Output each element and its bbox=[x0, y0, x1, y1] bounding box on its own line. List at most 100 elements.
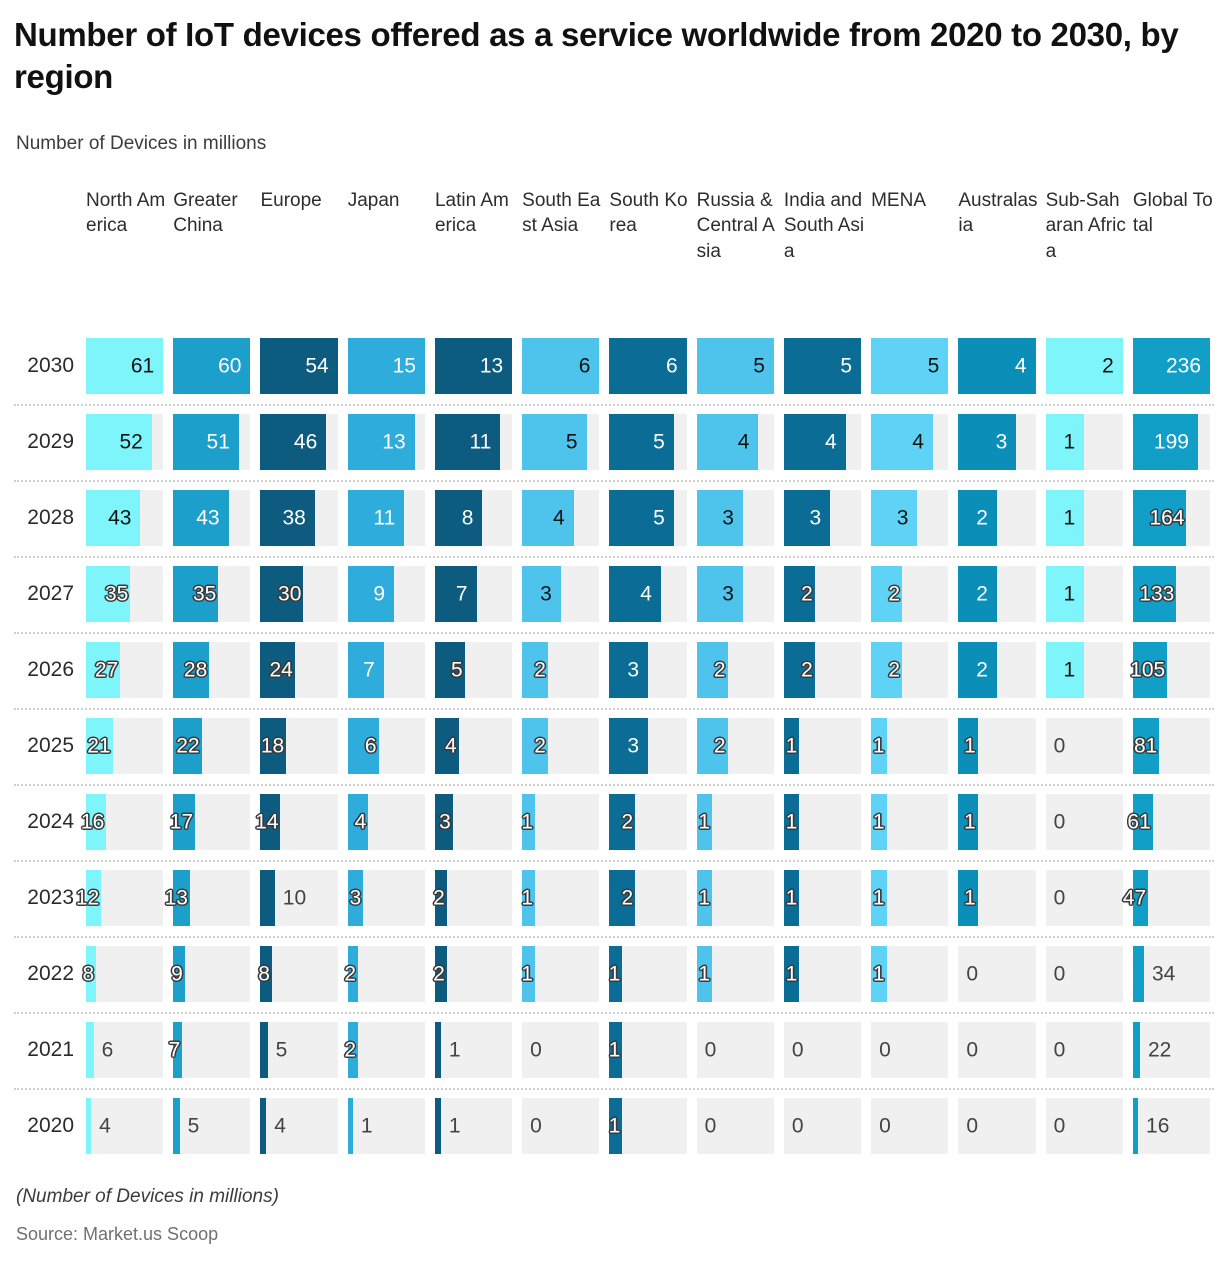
bar-cell[interactable]: 0 bbox=[696, 1088, 784, 1164]
bar-cell[interactable]: 1 bbox=[521, 860, 609, 936]
bar-cell[interactable]: 5 bbox=[609, 404, 696, 480]
bar-cell[interactable]: 164 bbox=[1132, 480, 1220, 556]
bar-cell[interactable]: 3 bbox=[522, 556, 609, 632]
bar-cell[interactable]: 43 bbox=[86, 480, 173, 556]
bar-cell[interactable]: 2 bbox=[609, 784, 696, 860]
bar-cell[interactable]: 4 bbox=[958, 328, 1045, 404]
bar-cell[interactable]: 2 bbox=[696, 632, 784, 708]
bar-cell[interactable]: 2 bbox=[433, 936, 522, 1012]
bar-cell[interactable]: 0 bbox=[1045, 784, 1133, 860]
bar-cell[interactable]: 2 bbox=[609, 860, 696, 936]
bar-cell[interactable]: 1 bbox=[871, 860, 958, 936]
bar-cell[interactable]: 2 bbox=[783, 556, 871, 632]
bar-cell[interactable]: 3 bbox=[347, 860, 435, 936]
bar-cell[interactable]: 61 bbox=[86, 328, 173, 404]
bar-cell[interactable]: 2 bbox=[783, 632, 871, 708]
bar-cell[interactable]: 6 bbox=[347, 708, 435, 784]
bar-cell[interactable]: 30 bbox=[260, 556, 347, 632]
bar-cell[interactable]: 3 bbox=[696, 556, 784, 632]
bar-cell[interactable]: 13 bbox=[434, 328, 522, 404]
bar-cell[interactable]: 2 bbox=[871, 556, 958, 632]
bar-cell[interactable]: 1 bbox=[958, 708, 1045, 784]
bar-cell[interactable]: 0 bbox=[1045, 1088, 1133, 1164]
bar-cell[interactable]: 2 bbox=[1045, 328, 1133, 404]
bar-cell[interactable]: 1 bbox=[434, 1012, 522, 1088]
bar-cell[interactable]: 52 bbox=[86, 404, 173, 480]
bar-cell[interactable]: 2 bbox=[958, 632, 1045, 708]
bar-cell[interactable]: 1 bbox=[1045, 632, 1133, 708]
bar-cell[interactable]: 1 bbox=[434, 1088, 522, 1164]
bar-cell[interactable]: 10 bbox=[260, 860, 347, 936]
bar-cell[interactable]: 1 bbox=[696, 784, 784, 860]
bar-cell[interactable]: 0 bbox=[522, 1012, 609, 1088]
bar-cell[interactable]: 0 bbox=[696, 1012, 784, 1088]
bar-cell[interactable]: 46 bbox=[260, 404, 347, 480]
bar-cell[interactable]: 1 bbox=[958, 784, 1045, 860]
bar-cell[interactable]: 0 bbox=[871, 1088, 958, 1164]
bar-cell[interactable]: 0 bbox=[958, 1088, 1045, 1164]
bar-cell[interactable]: 1 bbox=[871, 708, 958, 784]
bar-cell[interactable]: 38 bbox=[260, 480, 347, 556]
bar-cell[interactable]: 28 bbox=[173, 632, 260, 708]
bar-cell[interactable]: 5 bbox=[173, 1088, 260, 1164]
bar-cell[interactable]: 54 bbox=[260, 328, 347, 404]
bar-cell[interactable]: 22 bbox=[173, 708, 260, 784]
bar-cell[interactable]: 5 bbox=[696, 328, 784, 404]
bar-cell[interactable]: 5 bbox=[522, 404, 609, 480]
bar-cell[interactable]: 9 bbox=[171, 936, 260, 1012]
bar-cell[interactable]: 236 bbox=[1132, 328, 1220, 404]
bar-cell[interactable]: 6 bbox=[609, 328, 696, 404]
bar-cell[interactable]: 3 bbox=[609, 632, 696, 708]
bar-cell[interactable]: 60 bbox=[173, 328, 260, 404]
bar-cell[interactable]: 0 bbox=[1045, 708, 1133, 784]
bar-cell[interactable]: 5 bbox=[783, 328, 871, 404]
bar-cell[interactable]: 4 bbox=[871, 404, 958, 480]
bar-cell[interactable]: 1 bbox=[521, 936, 609, 1012]
bar-cell[interactable]: 7 bbox=[347, 632, 435, 708]
bar-cell[interactable]: 22 bbox=[1132, 1012, 1220, 1088]
bar-cell[interactable]: 0 bbox=[958, 1012, 1045, 1088]
bar-cell[interactable]: 14 bbox=[255, 784, 347, 860]
bar-cell[interactable]: 43 bbox=[173, 480, 260, 556]
bar-cell[interactable]: 4 bbox=[783, 404, 871, 480]
bar-cell[interactable]: 6 bbox=[86, 1012, 173, 1088]
bar-cell[interactable]: 21 bbox=[86, 708, 173, 784]
bar-cell[interactable]: 4 bbox=[522, 480, 609, 556]
bar-cell[interactable]: 1 bbox=[783, 936, 871, 1012]
bar-cell[interactable]: 11 bbox=[434, 404, 522, 480]
bar-cell[interactable]: 5 bbox=[609, 480, 696, 556]
bar-cell[interactable]: 16 bbox=[81, 784, 173, 860]
bar-cell[interactable]: 3 bbox=[783, 480, 871, 556]
bar-cell[interactable]: 47 bbox=[1123, 860, 1220, 936]
bar-cell[interactable]: 0 bbox=[1045, 1012, 1133, 1088]
bar-cell[interactable]: 1 bbox=[783, 860, 871, 936]
bar-cell[interactable]: 133 bbox=[1132, 556, 1220, 632]
bar-cell[interactable]: 105 bbox=[1130, 632, 1220, 708]
bar-cell[interactable]: 2 bbox=[344, 936, 435, 1012]
bar-cell[interactable]: 16 bbox=[1132, 1088, 1220, 1164]
bar-cell[interactable]: 4 bbox=[609, 556, 696, 632]
bar-cell[interactable]: 0 bbox=[958, 936, 1045, 1012]
bar-cell[interactable]: 9 bbox=[347, 556, 435, 632]
bar-cell[interactable]: 18 bbox=[260, 708, 347, 784]
bar-cell[interactable]: 4 bbox=[696, 404, 784, 480]
bar-cell[interactable]: 0 bbox=[1045, 860, 1133, 936]
bar-cell[interactable]: 3 bbox=[871, 480, 958, 556]
bar-cell[interactable]: 4 bbox=[434, 708, 522, 784]
bar-cell[interactable]: 1 bbox=[347, 1088, 435, 1164]
bar-cell[interactable]: 3 bbox=[958, 404, 1045, 480]
bar-cell[interactable]: 7 bbox=[169, 1012, 260, 1088]
bar-cell[interactable]: 2 bbox=[522, 708, 609, 784]
bar-cell[interactable]: 17 bbox=[170, 784, 260, 860]
bar-cell[interactable]: 1 bbox=[871, 784, 958, 860]
bar-cell[interactable]: 1 bbox=[958, 860, 1045, 936]
bar-cell[interactable]: 0 bbox=[522, 1088, 609, 1164]
bar-cell[interactable]: 12 bbox=[76, 860, 173, 936]
bar-cell[interactable]: 0 bbox=[1045, 936, 1133, 1012]
bar-cell[interactable]: 8 bbox=[82, 936, 173, 1012]
bar-cell[interactable]: 5 bbox=[871, 328, 958, 404]
bar-cell[interactable]: 13 bbox=[347, 404, 435, 480]
bar-cell[interactable]: 3 bbox=[434, 784, 522, 860]
bar-cell[interactable]: 4 bbox=[86, 1088, 173, 1164]
bar-cell[interactable]: 61 bbox=[1127, 784, 1220, 860]
